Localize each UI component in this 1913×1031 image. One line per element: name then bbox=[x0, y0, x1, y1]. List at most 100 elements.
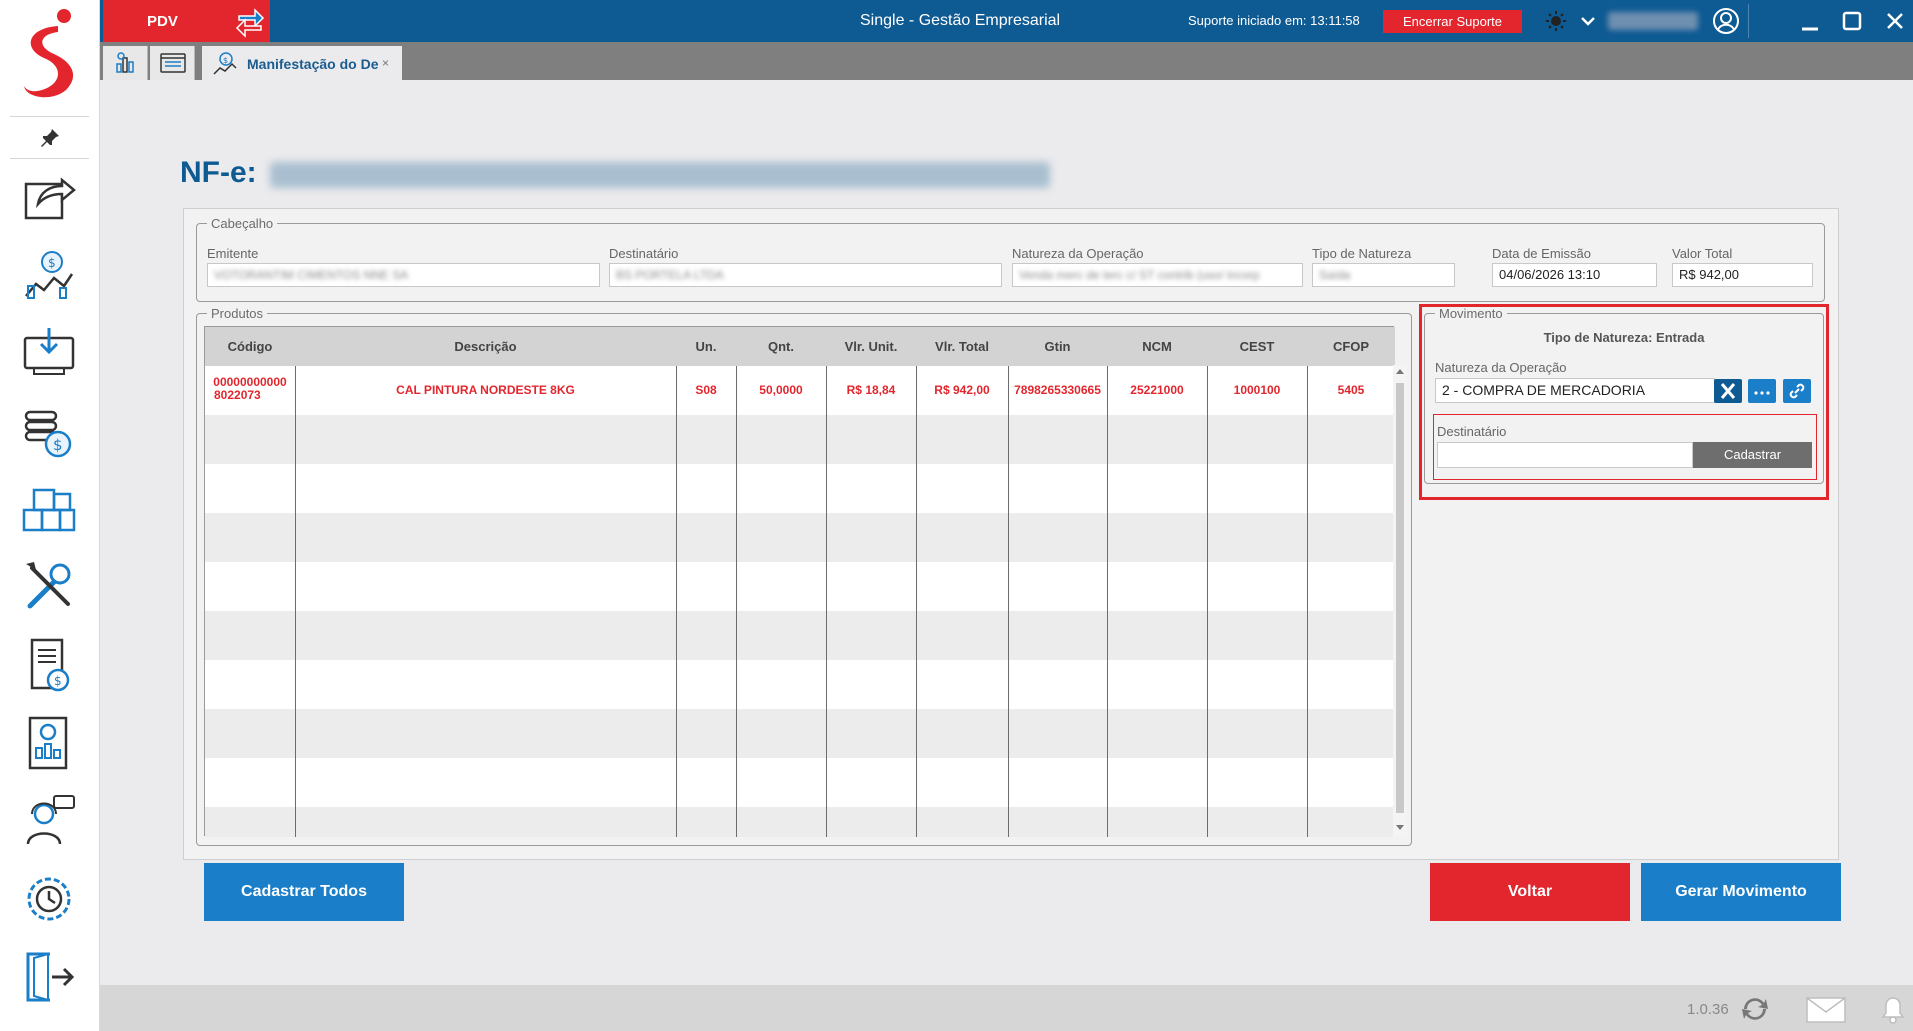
tab-label: Manifestação do De bbox=[247, 56, 379, 72]
search-natureza-button[interactable] bbox=[1748, 379, 1776, 403]
maximize-icon[interactable] bbox=[1840, 9, 1864, 33]
more-dots-icon bbox=[1754, 391, 1770, 395]
tipo-natureza-entrada: Tipo de Natureza: Entrada bbox=[1543, 330, 1705, 345]
table-row-empty bbox=[205, 807, 1395, 837]
single-logo[interactable] bbox=[18, 6, 82, 106]
cell-codigo: 00000000000 8022073 bbox=[213, 375, 287, 402]
cell-ncm: 25221000 bbox=[1130, 383, 1184, 397]
logo-s-icon bbox=[24, 9, 74, 98]
sidebar: $ $ $ bbox=[0, 0, 100, 1031]
header-legend: Cabeçalho bbox=[211, 216, 274, 231]
natureza-field[interactable]: Venda merc de terc c/ ST contrib (uso/ i… bbox=[1012, 263, 1303, 287]
nfe-access-key-redacted bbox=[270, 162, 1050, 188]
coins-icon[interactable]: $ bbox=[20, 402, 78, 460]
export-icon[interactable] bbox=[20, 168, 78, 226]
table-row-empty bbox=[205, 709, 1395, 758]
data-emissao-label: Data de Emissão bbox=[1492, 246, 1591, 261]
col-vlr-total[interactable]: Vlr. Total bbox=[916, 339, 1008, 354]
gerar-movimento-button[interactable]: Gerar Movimento bbox=[1641, 863, 1841, 921]
products-table: Código Descrição Un. Qnt. Vlr. Unit. Vlr… bbox=[204, 326, 1395, 837]
sync-icon[interactable] bbox=[1738, 995, 1772, 1023]
cell-gtin: 7898265330665 bbox=[1014, 383, 1101, 397]
pin-icon[interactable] bbox=[38, 126, 62, 150]
boxes-icon[interactable] bbox=[20, 480, 78, 538]
cell-qnt: 50,0000 bbox=[759, 383, 803, 397]
pdv-button[interactable]: PDV bbox=[103, 0, 270, 42]
col-qnt[interactable]: Qnt. bbox=[736, 339, 826, 354]
col-vlr-unit[interactable]: Vlr. Unit. bbox=[826, 339, 916, 354]
user-avatar-icon[interactable] bbox=[1712, 7, 1740, 35]
products-table-header: Código Descrição Un. Qnt. Vlr. Unit. Vlr… bbox=[205, 327, 1395, 366]
tab-dashboard[interactable] bbox=[103, 46, 148, 80]
tipo-natureza-label: Tipo de Natureza bbox=[1312, 246, 1412, 261]
column-divider bbox=[736, 366, 737, 837]
cell-un: S08 bbox=[695, 383, 717, 397]
minimize-icon[interactable] bbox=[1798, 9, 1822, 33]
cadastrar-destinatario-button[interactable]: Cadastrar bbox=[1693, 442, 1812, 468]
top-bar: PDV Single - Gestão Empresarial Suporte … bbox=[100, 0, 1913, 42]
cadastrar-todos-button[interactable]: Cadastrar Todos bbox=[204, 863, 404, 921]
manifest-tab-icon: $ bbox=[213, 52, 237, 75]
svg-text:$: $ bbox=[54, 674, 62, 688]
col-codigo[interactable]: Código bbox=[205, 339, 295, 354]
col-un[interactable]: Un. bbox=[676, 339, 736, 354]
notification-bell-icon[interactable] bbox=[1878, 993, 1908, 1025]
scroll-down-icon[interactable] bbox=[1396, 823, 1404, 831]
swap-arrows-icon bbox=[235, 8, 265, 38]
scroll-up-icon[interactable] bbox=[1396, 368, 1404, 376]
close-window-icon[interactable] bbox=[1883, 9, 1907, 33]
table-row-empty bbox=[205, 464, 1395, 513]
data-emissao-field[interactable]: 04/06/2026 13:10 bbox=[1492, 263, 1657, 287]
destinatario-label: Destinatário bbox=[609, 246, 679, 261]
report-icon[interactable] bbox=[20, 714, 78, 772]
tab-bar: $ Manifestação do De × bbox=[100, 42, 1913, 80]
mov-natureza-label: Natureza da Operação bbox=[1435, 360, 1567, 375]
col-cfop[interactable]: CFOP bbox=[1307, 339, 1395, 354]
settings-clock-icon[interactable] bbox=[20, 870, 78, 928]
emitente-label: Emitente bbox=[207, 246, 259, 261]
emitente-field[interactable]: VOTORANTIM CIMENTOS NNE SA bbox=[207, 263, 600, 287]
tab-manifestacao[interactable]: $ Manifestação do De × bbox=[202, 46, 402, 80]
svg-text:$: $ bbox=[48, 256, 56, 270]
tab-close-icon[interactable]: × bbox=[382, 56, 389, 70]
table-row[interactable]: 00000000000 8022073 CAL PINTURA NORDESTE… bbox=[205, 366, 1395, 415]
mov-destinatario-field[interactable] bbox=[1437, 442, 1693, 468]
link-natureza-button[interactable] bbox=[1783, 379, 1811, 403]
logout-icon[interactable] bbox=[20, 948, 78, 1006]
mail-icon[interactable] bbox=[1806, 997, 1846, 1023]
col-gtin[interactable]: Gtin bbox=[1008, 339, 1107, 354]
end-support-button[interactable]: Encerrar Suporte bbox=[1383, 10, 1522, 33]
scrollbar-thumb[interactable] bbox=[1396, 383, 1404, 813]
theme-toggle-icon[interactable] bbox=[1545, 10, 1567, 32]
chevron-down-icon[interactable] bbox=[1580, 13, 1596, 29]
tab-list[interactable] bbox=[150, 46, 195, 80]
col-ncm[interactable]: NCM bbox=[1107, 339, 1207, 354]
financial-chart-icon[interactable]: $ bbox=[20, 246, 78, 304]
sidebar-divider bbox=[10, 158, 89, 159]
support-agent-icon[interactable] bbox=[20, 792, 78, 850]
sidebar-divider bbox=[10, 116, 89, 117]
voltar-button[interactable]: Voltar bbox=[1430, 863, 1630, 921]
movimento-legend: Movimento bbox=[1439, 306, 1503, 321]
col-cest[interactable]: CEST bbox=[1207, 339, 1307, 354]
cell-cfop: 5405 bbox=[1337, 383, 1365, 397]
valor-total-field[interactable]: R$ 942,00 bbox=[1672, 263, 1813, 287]
pdv-label: PDV bbox=[147, 13, 178, 30]
products-scrollbar[interactable] bbox=[1393, 365, 1407, 837]
tipo-natureza-field[interactable]: Saída bbox=[1312, 263, 1455, 287]
col-descricao[interactable]: Descrição bbox=[295, 339, 676, 354]
valor-total-label: Valor Total bbox=[1672, 246, 1733, 261]
table-row-empty bbox=[205, 611, 1395, 660]
table-row-empty bbox=[205, 415, 1395, 464]
column-divider bbox=[826, 366, 827, 837]
cell-vlr-total: R$ 942,00 bbox=[934, 383, 990, 397]
topbar-separator bbox=[1748, 4, 1749, 38]
mov-natureza-field[interactable]: 2 - COMPRA DE MERCADORIA bbox=[1435, 378, 1715, 403]
invoice-icon[interactable]: $ bbox=[20, 636, 78, 694]
tools-icon[interactable] bbox=[20, 558, 78, 616]
destinatario-field[interactable]: BS PORTELA LTDA bbox=[609, 263, 1002, 287]
computer-download-icon[interactable] bbox=[20, 324, 78, 382]
cell-cest: 1000100 bbox=[1233, 383, 1281, 397]
clear-natureza-button[interactable] bbox=[1714, 379, 1742, 403]
cell-vlr-unit: R$ 18,84 bbox=[846, 383, 896, 397]
